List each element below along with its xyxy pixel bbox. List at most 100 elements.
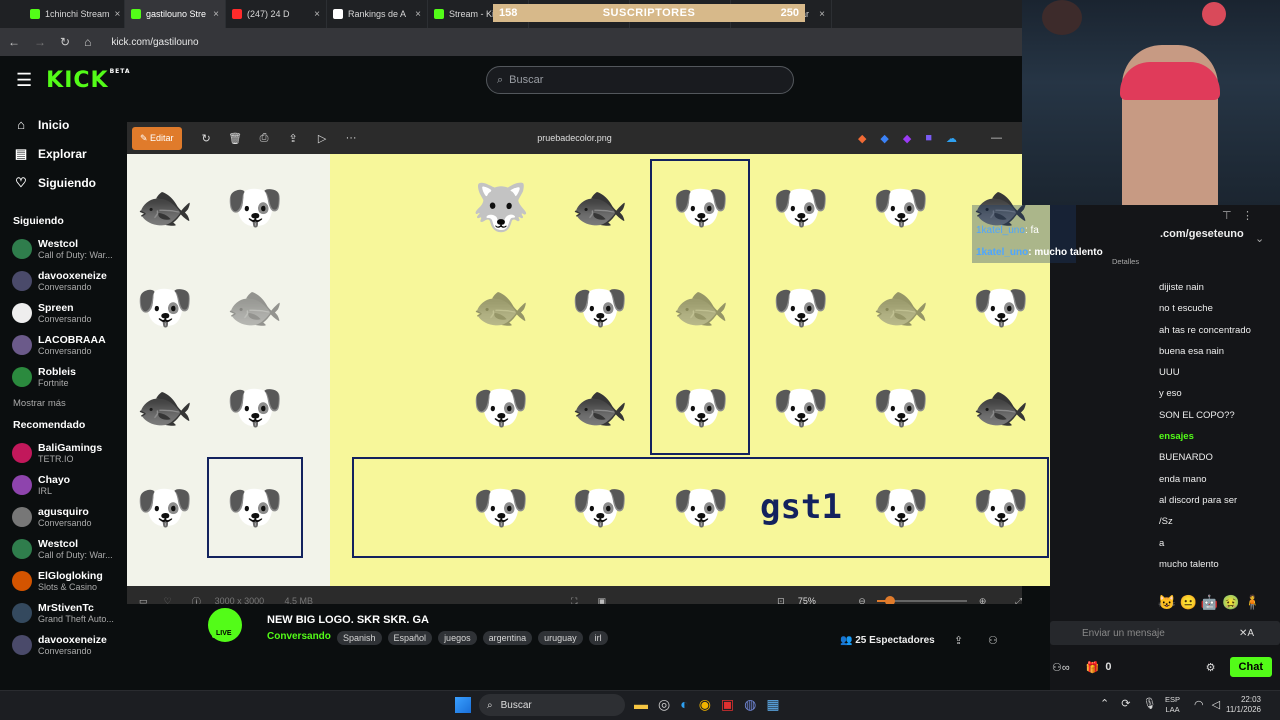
chevron-up-icon[interactable]: ⌃ [1100, 697, 1109, 710]
stream-tag[interactable]: juegos [438, 631, 477, 645]
taskbar-search[interactable]: ⌕ Buscar [479, 694, 625, 716]
channel-item[interactable]: agusquiro Conversando [0, 501, 126, 533]
obs-icon[interactable]: ◎ [658, 696, 670, 713]
print-icon[interactable]: ⎙ [250, 132, 279, 145]
channel-item[interactable]: Chayo IRL [0, 469, 126, 501]
pin-icon[interactable]: ⊤ [1222, 209, 1232, 222]
emote-icon[interactable]: 🧍 [1244, 594, 1261, 616]
volume-icon[interactable]: ◁ [1212, 698, 1220, 711]
mic-icon[interactable]: 🎙 [1142, 697, 1156, 710]
drawing-cell: 🐶 [852, 559, 950, 587]
browser-tab[interactable]: Rankings de A × [327, 0, 428, 28]
tab-close-icon[interactable]: × [314, 9, 320, 20]
channel-item[interactable]: Westcol Call of Duty: War... [0, 533, 126, 565]
stream-category[interactable]: Conversando [267, 631, 331, 642]
chat-message: no t escuche [1159, 303, 1213, 315]
nav-siguiendo[interactable]: ♡ Siguiendo [0, 168, 126, 197]
copilot-icon[interactable]: ◆ [858, 132, 866, 145]
kick-logo[interactable]: KICKBETA [46, 68, 130, 93]
browser-tab[interactable]: (247) 24 D × [226, 0, 327, 28]
tab-close-icon[interactable]: × [115, 9, 121, 20]
search-icon: ⌕ [497, 73, 504, 86]
settings-icon[interactable]: ⚙ [1206, 661, 1216, 674]
edit-app-icon[interactable]: ◆ [880, 132, 888, 145]
share-icon[interactable]: ⇪ [954, 634, 963, 647]
clock[interactable]: 22:03 11/1/2026 [1226, 695, 1261, 715]
delete-icon[interactable]: 🗑 [221, 132, 250, 145]
stream-tag[interactable]: Español [387, 631, 433, 645]
pinned-link[interactable]: .com/geseteuno [1160, 228, 1244, 240]
minimize-icon[interactable]: — [991, 132, 1002, 144]
channel-category: TETR.IO [38, 453, 74, 464]
tab-close-icon[interactable]: × [819, 9, 825, 20]
network-icon[interactable]: ⟳ [1121, 697, 1130, 710]
tab-close-icon[interactable]: × [415, 9, 421, 20]
menu-icon[interactable]: ☰ [16, 70, 32, 91]
emote-icon[interactable]: 😺 [1158, 594, 1175, 616]
stream-tag[interactable]: irl [588, 631, 608, 645]
tab-close-icon[interactable]: × [213, 9, 219, 20]
more-icon[interactable]: ··· [337, 132, 366, 144]
clipchamp-icon[interactable]: ◆ [903, 132, 911, 145]
chat-send-button[interactable]: Chat [1229, 657, 1272, 677]
translate-icon[interactable]: ✕A [1239, 628, 1254, 639]
following-header: Siguiendo [13, 215, 64, 227]
stream-tag[interactable]: Spanish [337, 631, 382, 645]
zoom-slider[interactable] [877, 596, 967, 606]
stream-tag[interactable]: argentina [482, 631, 533, 645]
image-canvas[interactable]: 🐟🐶🐺🐟🐶🐶🐶🐟🐶🐶🐟🐟🐶🐟🐶🐟🐶🐟🐟🐶🐶🐟🐶🐶🐶🐟🐶🐶🐶🐶🐶🐶gst1🐶🐶🐶🐶… [127, 154, 1076, 586]
channel-item[interactable]: davooxeneizeConversando19,4 mil [0, 629, 177, 661]
reload-icon[interactable]: ↻ [60, 35, 70, 49]
wifi-icon[interactable]: ◠ [1194, 698, 1204, 711]
back-icon[interactable]: ← [8, 35, 20, 49]
follow-icon[interactable]: ⚇ [988, 634, 998, 647]
nav-inicio[interactable]: ⌂ Inicio [0, 110, 126, 139]
slideshow-icon[interactable]: ▷ [308, 132, 337, 145]
designer-icon[interactable]: ■ [925, 132, 932, 144]
channel-item[interactable]: Spreen Conversando [0, 297, 126, 329]
heart-icon: ♡ [15, 174, 27, 190]
avatar [12, 475, 32, 495]
channel-item[interactable]: ElGlogloking Slots & Casino [0, 565, 126, 597]
channel-item[interactable]: Robleis Fortnite [0, 361, 126, 393]
channel-item[interactable]: BaliGamings TETR.IO [0, 437, 126, 469]
edit-label: Editar [150, 132, 174, 143]
channel-category: IRL [38, 485, 53, 496]
app-icon[interactable]: ▣ [721, 696, 734, 713]
start-icon[interactable] [455, 697, 471, 713]
browser-tab[interactable]: 1chinchi Stream × [24, 0, 125, 28]
chrome-icon[interactable]: ◉ [699, 696, 711, 713]
channel-item[interactable]: LACOBRAAA Conversando [0, 329, 126, 361]
more-options-icon[interactable]: ⋮ [1242, 209, 1253, 222]
show-more-link[interactable]: Mostrar más [0, 393, 126, 415]
chat-input[interactable]: Enviar un mensaje ✕A [1050, 621, 1280, 645]
gift-icon[interactable]: 🎁 [1086, 661, 1100, 674]
search-input[interactable]: ⌕ Buscar [486, 66, 794, 94]
details-link[interactable]: Detalles [1112, 257, 1139, 266]
emote-icon[interactable]: 🤢 [1222, 594, 1239, 616]
photos-icon[interactable]: ▦ [766, 696, 779, 713]
channel-item[interactable]: davooxeneize Conversando [0, 265, 126, 297]
language-indicator[interactable]: ESP LAA [1165, 695, 1180, 715]
edge-icon[interactable]: ◐ [680, 696, 688, 713]
chevron-down-icon[interactable]: ⌄ [1255, 232, 1264, 245]
share-icon[interactable]: ⇪ [279, 132, 308, 145]
nav-explorar[interactable]: ▤ Explorar [0, 139, 126, 168]
forward-icon[interactable]: → [34, 35, 46, 49]
channel-item[interactable]: MrStivenTcGrand Theft Auto...26,7 mil [0, 597, 177, 629]
points-icon[interactable]: ⚇∞ [1052, 661, 1070, 674]
viewer-count: 👥 25 Espectadores [840, 635, 935, 646]
url-field[interactable]: kick.com/gastilouno [111, 37, 198, 48]
home-icon[interactable]: ⌂ [84, 35, 91, 49]
rotate-icon[interactable]: ↻ [192, 132, 221, 145]
file-explorer-icon[interactable]: ▬ [634, 696, 648, 713]
browser-tab[interactable]: gastilouno Stre × [125, 0, 226, 28]
stream-tag[interactable]: uruguay [538, 631, 583, 645]
onedrive-icon[interactable]: ☁ [946, 132, 957, 145]
discord-icon[interactable]: ◍ [744, 696, 756, 713]
channel-item[interactable]: Westcol Call of Duty: War... [0, 233, 126, 265]
viewers-icon: 👥 [840, 635, 856, 646]
edit-button[interactable]: ✎ Editar [132, 126, 182, 150]
emote-icon[interactable]: 😐 [1179, 594, 1196, 616]
emote-icon[interactable]: 🤖 [1201, 594, 1218, 616]
